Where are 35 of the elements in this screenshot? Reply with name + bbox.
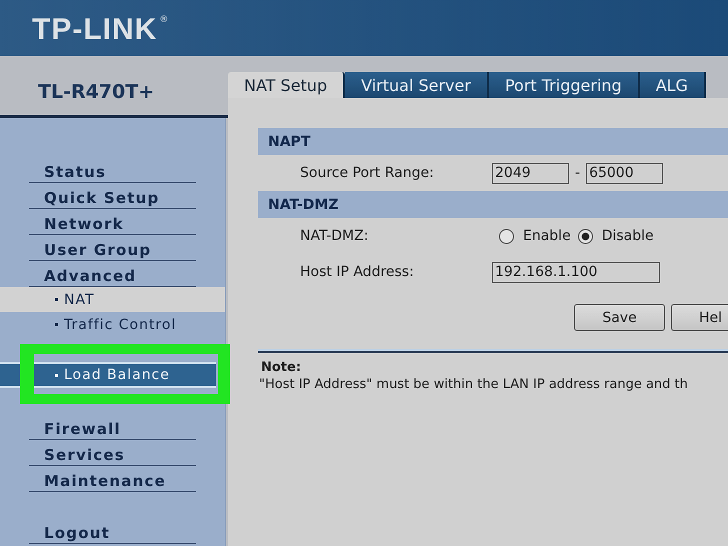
field-label: NAT-DMZ: [300, 228, 370, 244]
radio-label: Disable [602, 228, 654, 244]
input-field[interactable]: 192.168.1.100 [492, 262, 660, 282]
tab[interactable]: Virtual Server [345, 72, 489, 98]
menu-item[interactable]: Quick Setup [29, 183, 196, 209]
menu-item[interactable]: Logout [29, 518, 196, 544]
action-button[interactable]: Save [574, 304, 665, 331]
tab[interactable]: NAT Setup [228, 72, 346, 98]
submenu-item[interactable]: Load Balance [0, 362, 216, 388]
logo: TP-LINK [32, 14, 158, 46]
input-field[interactable]: 2049 [492, 162, 569, 184]
submenu-item[interactable]: NAT [0, 287, 225, 312]
range-separator: - [575, 165, 580, 181]
note-text: "Host IP Address" must be within the LAN IP address range and th [259, 377, 689, 392]
section-header: NAPT [258, 128, 728, 155]
action-button[interactable]: Hel [671, 304, 728, 331]
radio-button[interactable] [499, 228, 514, 244]
menu-item[interactable]: Status [29, 157, 196, 183]
menu-item[interactable]: User Group [29, 235, 196, 261]
section-header: NAT-DMZ [258, 191, 728, 218]
radio-button[interactable] [578, 228, 593, 244]
menu-item[interactable]: Firewall [29, 414, 196, 440]
menu-item[interactable]: Network [29, 209, 196, 235]
field-label: Host IP Address: [300, 264, 415, 280]
menu-item[interactable]: Services [29, 440, 196, 466]
tab[interactable]: Port Triggering [488, 72, 640, 98]
note-title: Note: [261, 360, 302, 375]
menu-item[interactable]: Maintenance [29, 466, 196, 492]
model-name: TL-R470T+ [38, 80, 154, 102]
tab[interactable]: ALG [640, 72, 706, 98]
radio-label: Enable [523, 228, 571, 244]
registered-mark: ® [159, 14, 168, 26]
submenu-item[interactable]: Traffic Control [0, 312, 225, 337]
field-label: Source Port Range: [300, 165, 435, 181]
input-field[interactable]: 65000 [586, 162, 664, 184]
